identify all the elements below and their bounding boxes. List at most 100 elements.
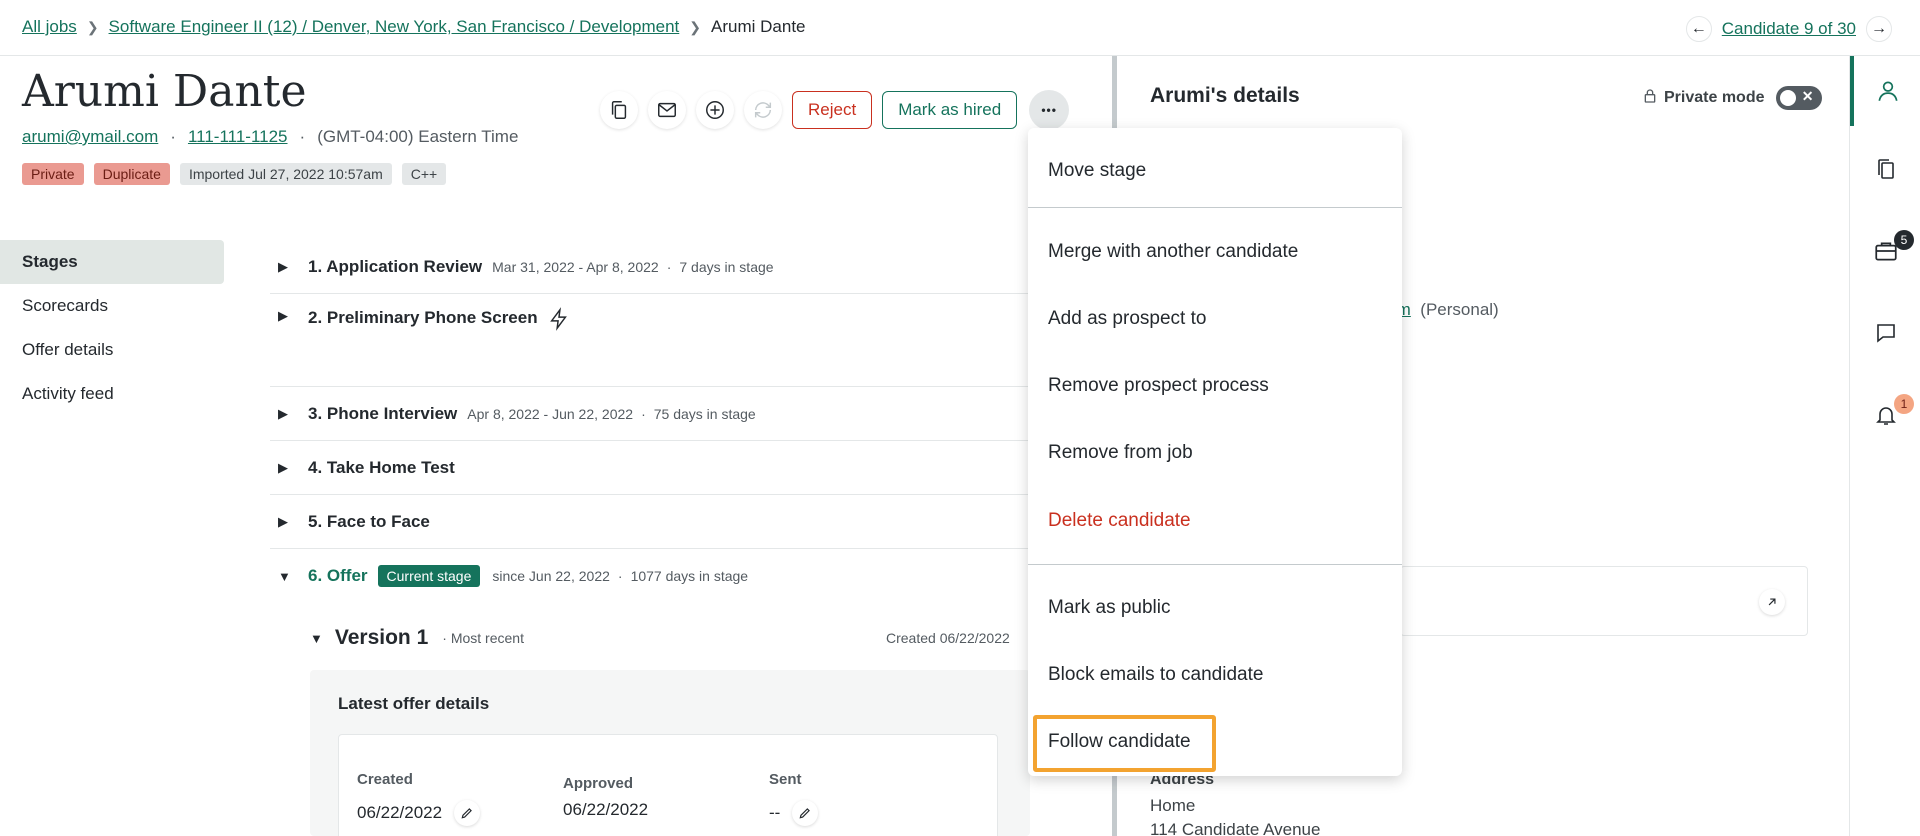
menu-item-merge[interactable]: Merge with another candidate: [1028, 218, 1402, 285]
tag-duplicate[interactable]: Duplicate: [93, 163, 170, 185]
triangle-right-icon[interactable]: ▶: [270, 308, 308, 324]
stages-list: ▶ 1. Application Review Mar 31, 2022 - A…: [270, 240, 1030, 603]
arrow-left-icon[interactable]: ←: [1685, 16, 1712, 42]
candidate-position-link[interactable]: Candidate 9 of 30: [1722, 19, 1856, 39]
offer-sent-field: Sent --: [769, 771, 818, 826]
candidate-timezone: (GMT-04:00) Eastern Time: [317, 127, 519, 146]
stage-meta: Apr 8, 2022 - Jun 22, 2022 · 75 days in st…: [467, 405, 756, 422]
stage-dates: Mar 31, 2022 - Apr 8, 2022: [492, 258, 659, 275]
breadcrumb: All jobs ❯ Software Engineer II (12) / D…: [22, 17, 806, 37]
offer-created-value: 06/22/2022: [357, 800, 480, 826]
nav-item-activity-feed[interactable]: Activity feed: [0, 372, 224, 416]
triangle-right-icon[interactable]: ▶: [270, 514, 308, 530]
menu-item-delete-candidate[interactable]: Delete candidate: [1028, 487, 1402, 554]
rail-profile[interactable]: [1850, 56, 1920, 126]
offer-sent-value: --: [769, 800, 818, 826]
email-button[interactable]: [648, 91, 686, 129]
stage-title: 4. Take Home Test: [308, 457, 455, 477]
person-icon: [1877, 81, 1898, 101]
triangle-right-icon[interactable]: ▶: [270, 406, 308, 422]
offer-approved-label: Approved: [563, 775, 634, 792]
offer-heading: Latest offer details: [338, 694, 490, 713]
stage-row[interactable]: ▶ 1. Application Review Mar 31, 2022 - A…: [270, 240, 1030, 294]
triangle-down-icon[interactable]: ▼: [270, 569, 308, 584]
follow-candidate-highlight: [1033, 715, 1216, 772]
copy-button[interactable]: [600, 91, 638, 129]
rail-comments[interactable]: [1850, 298, 1920, 368]
candidate-name: Arumi Dante: [22, 66, 307, 117]
rail-jobs[interactable]: 5: [1850, 216, 1920, 286]
edit-pencil-icon[interactable]: [454, 800, 480, 826]
breadcrumb-all-jobs[interactable]: All jobs: [22, 17, 77, 37]
offer-version-header[interactable]: ▼ Version 1 · Most recent: [310, 626, 524, 650]
edit-pencil-icon[interactable]: [792, 800, 818, 826]
menu-item-add-as-prospect[interactable]: Add as prospect to: [1028, 285, 1402, 352]
candidate-actions: Reject Mark as hired •••: [600, 90, 1070, 130]
stage-days: 7 days in stage: [679, 258, 774, 275]
details-title: Arumi's details: [1150, 84, 1300, 107]
stage-title: 6. Offer: [308, 566, 368, 585]
stage-days: 75 days in stage: [653, 405, 756, 422]
offer-sent-label: Sent: [769, 771, 802, 788]
candidate-email-link[interactable]: arumi@ymail.com: [22, 127, 158, 147]
reject-button[interactable]: Reject: [792, 91, 873, 129]
nav-item-scorecards[interactable]: Scorecards: [0, 284, 224, 328]
refresh-button[interactable]: [744, 91, 782, 129]
stage-days: 1077 days in stage: [630, 568, 749, 584]
rail-notifications[interactable]: 1: [1850, 380, 1920, 450]
refresh-icon: [754, 102, 772, 118]
lightning-icon: [549, 307, 567, 331]
private-mode-toggle[interactable]: ✕: [1776, 86, 1823, 110]
menu-item-remove-from-job[interactable]: Remove from job: [1028, 419, 1402, 486]
stage-row[interactable]: ▶ 5. Face to Face: [270, 495, 1030, 549]
menu-item-remove-prospect[interactable]: Remove prospect process: [1028, 352, 1402, 419]
notifications-count-badge: 1: [1894, 394, 1914, 414]
stage-row[interactable]: ▶ 2. Preliminary Phone Screen: [270, 294, 1030, 387]
jobs-count-badge: 5: [1894, 230, 1914, 250]
offer-details-box: Latest offer details Created 06/22/2022 …: [310, 670, 1030, 836]
contact-info: arumi@ymail.com · 111-111-1125 · (GMT-04…: [22, 127, 518, 147]
nav-item-stages[interactable]: Stages: [0, 240, 224, 284]
stage-row[interactable]: ▶ 4. Take Home Test: [270, 441, 1030, 495]
triangle-right-icon[interactable]: ▶: [270, 259, 308, 275]
more-options-menu: Move stage Merge with another candidate …: [1028, 128, 1402, 776]
private-mode-control: Private mode ✕: [1642, 86, 1823, 110]
address-line: 114 Candidate Avenue: [1150, 820, 1321, 836]
stage-meta: Mar 31, 2022 - Apr 8, 2022 · 7 days in sta…: [492, 258, 774, 275]
stage-row[interactable]: ▶ 3. Phone Interview Apr 8, 2022 - Jun 2…: [270, 387, 1030, 441]
separator-dot: ·: [299, 127, 306, 146]
version-title: Version 1: [334, 626, 429, 649]
more-options-button[interactable]: •••: [1029, 90, 1070, 130]
external-link-icon[interactable]: [1759, 589, 1785, 615]
triangle-down-icon[interactable]: ▼: [310, 631, 323, 646]
triangle-right-icon[interactable]: ▶: [270, 460, 308, 476]
arrow-right-icon[interactable]: →: [1866, 16, 1892, 42]
private-mode-label: Private mode: [1664, 89, 1765, 106]
offer-created-field: Created 06/22/2022: [357, 771, 480, 826]
stage-row-current[interactable]: ▼ 6. Offer Current stage since Jun 22, 2…: [270, 549, 1030, 603]
menu-item-mark-public[interactable]: Mark as public: [1028, 574, 1402, 641]
mark-as-hired-button[interactable]: Mark as hired: [882, 91, 1018, 129]
menu-item-block-emails[interactable]: Block emails to candidate: [1028, 641, 1402, 708]
email-type: (Personal): [1420, 300, 1499, 319]
nav-item-offer-details[interactable]: Offer details: [0, 328, 224, 372]
candidate-phone-link[interactable]: 111-111-1125: [188, 127, 288, 147]
offer-approved-field: Approved 06/22/2022: [563, 775, 648, 820]
lock-icon: [1642, 88, 1658, 109]
address-type: Home: [1150, 796, 1196, 815]
breadcrumb-current: Arumi Dante: [711, 17, 806, 36]
menu-item-move-stage[interactable]: Move stage: [1028, 137, 1402, 204]
plus-circle-icon: [706, 101, 724, 119]
add-button[interactable]: [696, 91, 734, 129]
breadcrumb-job[interactable]: Software Engineer II (12) / Denver, New …: [109, 17, 680, 37]
stage-meta: since Jun 22, 2022 · 1077 days in stage: [492, 568, 749, 584]
stage-title: 2. Preliminary Phone Screen: [308, 308, 538, 327]
tag-imported: Imported Jul 27, 2022 10:57am: [179, 163, 392, 185]
tag-skill: C++: [401, 163, 447, 185]
envelope-icon: [658, 102, 676, 118]
top-bar: All jobs ❯ Software Engineer II (12) / D…: [0, 0, 1920, 56]
rail-documents[interactable]: [1850, 134, 1920, 204]
version-subtitle: · Most recent: [442, 630, 524, 646]
address-section: Address Home 114 Candidate Avenue: [1150, 768, 1320, 836]
chevron-right-icon: ❯: [86, 18, 99, 35]
